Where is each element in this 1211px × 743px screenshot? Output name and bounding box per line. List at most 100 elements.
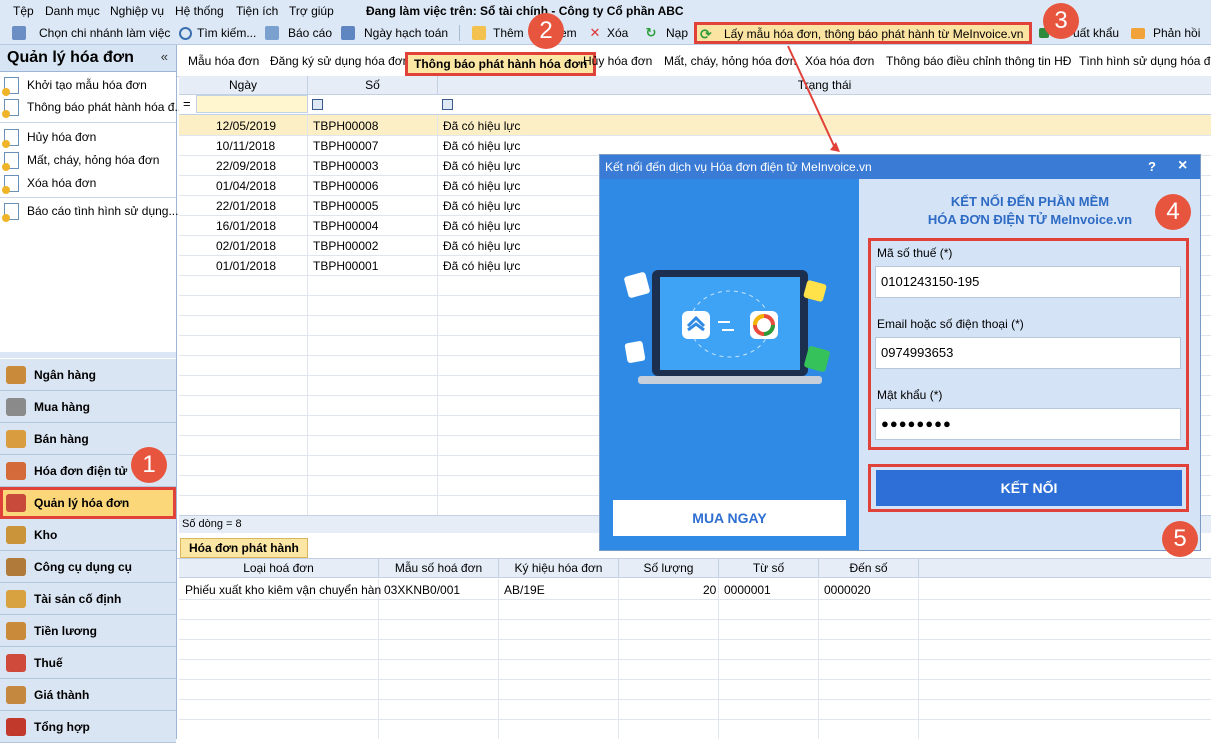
- module-ngan-hang[interactable]: Ngân hàng: [0, 359, 176, 391]
- cost-icon: [6, 685, 26, 704]
- tab-tinh-hinh-su-dung[interactable]: Tình hình sử dụng hóa đơn: [1079, 54, 1211, 68]
- select-branch-button[interactable]: Chọn chi nhánh làm việc: [12, 25, 170, 41]
- help-icon[interactable]: ?: [1148, 159, 1156, 174]
- table-row[interactable]: 12/05/2019 TBPH00008 Đã có hiệu lực: [179, 115, 1211, 136]
- sync-icon: ⟳: [700, 26, 712, 42]
- module-thue[interactable]: Thuế: [0, 647, 176, 679]
- password-input[interactable]: ●●●●●●●●: [875, 408, 1181, 440]
- sidebar-splitter[interactable]: [0, 352, 176, 358]
- tab-mat-chay-hong[interactable]: Mất, cháy, hỏng hóa đơn: [664, 54, 796, 68]
- feedback-button[interactable]: Phản hồi: [1131, 25, 1200, 41]
- sidebar-link-create-template[interactable]: Khởi tạo mẫu hóa đơn: [2, 75, 147, 96]
- column-header-tu-so[interactable]: Từ số: [719, 559, 819, 578]
- sidebar-link-lost[interactable]: Mất, cháy, hỏng hóa đơn: [2, 150, 159, 171]
- laptop-illustration: [624, 270, 830, 384]
- connect-button[interactable]: KẾT NỐI: [876, 470, 1182, 506]
- document-icon: [2, 151, 19, 171]
- document-icon: [2, 174, 19, 194]
- menu-tro-giup[interactable]: Trợ giúp: [289, 4, 334, 18]
- working-on-label: Đang làm việc trên: Sổ tài chính - Công …: [366, 4, 684, 18]
- mail-icon: [1131, 27, 1145, 39]
- table-row: [179, 659, 1211, 680]
- sidebar-title: Quản lý hóa đơn: [7, 49, 134, 66]
- module-gia-thanh[interactable]: Giá thành: [0, 679, 176, 711]
- collapse-icon[interactable]: «: [161, 49, 168, 64]
- table-row[interactable]: Phiếu xuất kho kiêm vận chuyển hàn 03XKN…: [179, 579, 1211, 600]
- column-header-ngay[interactable]: Ngày: [179, 76, 308, 95]
- bank-icon: [6, 365, 26, 384]
- module-tong-hop[interactable]: Tổng hợp: [0, 711, 176, 743]
- column-header-loai[interactable]: Loại hoá đơn: [179, 559, 379, 578]
- search-button[interactable]: Tìm kiếm...: [179, 25, 256, 41]
- add-button[interactable]: Thêm: [472, 25, 524, 41]
- report-button[interactable]: Báo cáo: [265, 25, 332, 41]
- column-header-ky-hieu[interactable]: Ký hiệu hóa đơn: [499, 559, 619, 578]
- buy-now-button[interactable]: MUA NGAY: [613, 500, 846, 536]
- module-quan-ly-hoa-don[interactable]: Quản lý hóa đơn: [0, 487, 176, 519]
- menu-nghiep-vu[interactable]: Nghiệp vụ: [110, 4, 164, 18]
- column-header-empty: [919, 559, 1211, 578]
- document-icon: [2, 98, 19, 118]
- tab-huy-hoa-don[interactable]: Hủy hóa đơn: [583, 54, 652, 68]
- sidebar-link-usage-report[interactable]: Báo cáo tình hình sử dụng...: [2, 201, 178, 222]
- email-input[interactable]: 0974993653: [875, 337, 1181, 369]
- branch-icon: [12, 26, 26, 40]
- column-header-den-so[interactable]: Đến số: [819, 559, 919, 578]
- filter-checkbox-trang-thai[interactable]: [442, 99, 453, 110]
- reload-button[interactable]: ↻ Nạp: [644, 25, 688, 41]
- sidebar-divider: [0, 122, 176, 123]
- filter-date-input[interactable]: [196, 95, 308, 113]
- tax-code-label: Mã số thuế (*): [877, 246, 953, 260]
- column-header-so[interactable]: Số: [308, 76, 438, 95]
- table-row: [179, 599, 1211, 620]
- asset-icon: [6, 589, 26, 608]
- document-icon: [2, 128, 19, 148]
- table-row: [179, 679, 1211, 700]
- salary-icon: [6, 621, 26, 640]
- dialog-promo-panel: MUA NGAY: [600, 179, 859, 550]
- row-count: Số dòng = 8: [182, 518, 242, 530]
- filter-equals-icon[interactable]: =: [183, 96, 191, 111]
- password-label: Mật khẩu (*): [877, 388, 943, 402]
- tab-thong-bao-phat-hanh[interactable]: Thông báo phát hành hóa đơn: [405, 52, 597, 76]
- tab-hoa-don-phat-hanh[interactable]: Hóa đơn phát hành: [180, 538, 308, 558]
- sidebar-link-delete[interactable]: Xóa hóa đơn: [2, 173, 96, 194]
- tab-dieu-chinh-thong-tin[interactable]: Thông báo điều chỉnh thông tin HĐ: [886, 54, 1071, 68]
- module-tai-san-co-dinh[interactable]: Tài sản cố định: [0, 583, 176, 615]
- delete-icon: ✕: [589, 25, 601, 40]
- get-template-button[interactable]: ⟳ Lấy mẫu hóa đơn, thông báo phát hành t…: [694, 22, 1032, 44]
- filter-row: =: [179, 95, 1211, 115]
- filter-checkbox-so[interactable]: [312, 99, 323, 110]
- module-mua-hang[interactable]: Mua hàng: [0, 391, 176, 423]
- close-icon[interactable]: ×: [1178, 157, 1187, 175]
- posting-date-button[interactable]: Ngày hạch toán: [341, 25, 448, 41]
- menu-tien-ich[interactable]: Tiện ích: [236, 4, 278, 18]
- tax-code-input[interactable]: 0101243150-195: [875, 266, 1181, 298]
- toolbar-separator: [459, 25, 460, 41]
- refresh-icon: ↻: [645, 25, 657, 40]
- delete-button[interactable]: ✕ Xóa: [588, 25, 629, 41]
- tab-xoa-hoa-don[interactable]: Xóa hóa đơn: [805, 54, 874, 68]
- column-header-trang-thai[interactable]: Trạng thái: [438, 76, 1211, 95]
- dialog-heading-line1: KẾT NỐI ĐẾN PHẦN MỀM: [950, 194, 1110, 209]
- menu-he-thong[interactable]: Hệ thống: [175, 4, 224, 18]
- menu-bar: Tệp Danh mục Nghiệp vụ Hệ thống Tiện ích…: [0, 0, 1211, 22]
- warehouse-icon: [6, 525, 26, 544]
- step-badge-2: 2: [528, 13, 564, 49]
- module-kho[interactable]: Kho: [0, 519, 176, 551]
- document-icon: [2, 76, 19, 96]
- module-tien-luong[interactable]: Tiền lương: [0, 615, 176, 647]
- sidebar-link-cancel[interactable]: Hủy hóa đơn: [2, 127, 96, 148]
- column-header-mau-so[interactable]: Mẫu số hoá đơn: [379, 559, 499, 578]
- toolbar: Chọn chi nhánh làm việc Tìm kiếm... Báo …: [0, 22, 1211, 45]
- menu-danh-muc[interactable]: Danh mục: [45, 4, 100, 18]
- menu-tep[interactable]: Tệp: [13, 4, 34, 18]
- sidebar-link-issue-notice[interactable]: Thông báo phát hành hóa đ...: [2, 97, 184, 118]
- invoice-manage-icon: [6, 493, 26, 512]
- tab-mau-hoa-don[interactable]: Mẫu hóa đơn: [188, 54, 259, 68]
- sidebar: Quản lý hóa đơn « Khởi tạo mẫu hóa đơn T…: [0, 45, 184, 743]
- table-row[interactable]: 10/11/2018 TBPH00007 Đã có hiệu lực: [179, 135, 1211, 156]
- tab-dang-ky-su-dung[interactable]: Đăng ký sử dụng hóa đơn: [270, 54, 409, 68]
- column-header-so-luong[interactable]: Số lượng: [619, 559, 719, 578]
- module-cong-cu-dung-cu[interactable]: Công cụ dụng cụ: [0, 551, 176, 583]
